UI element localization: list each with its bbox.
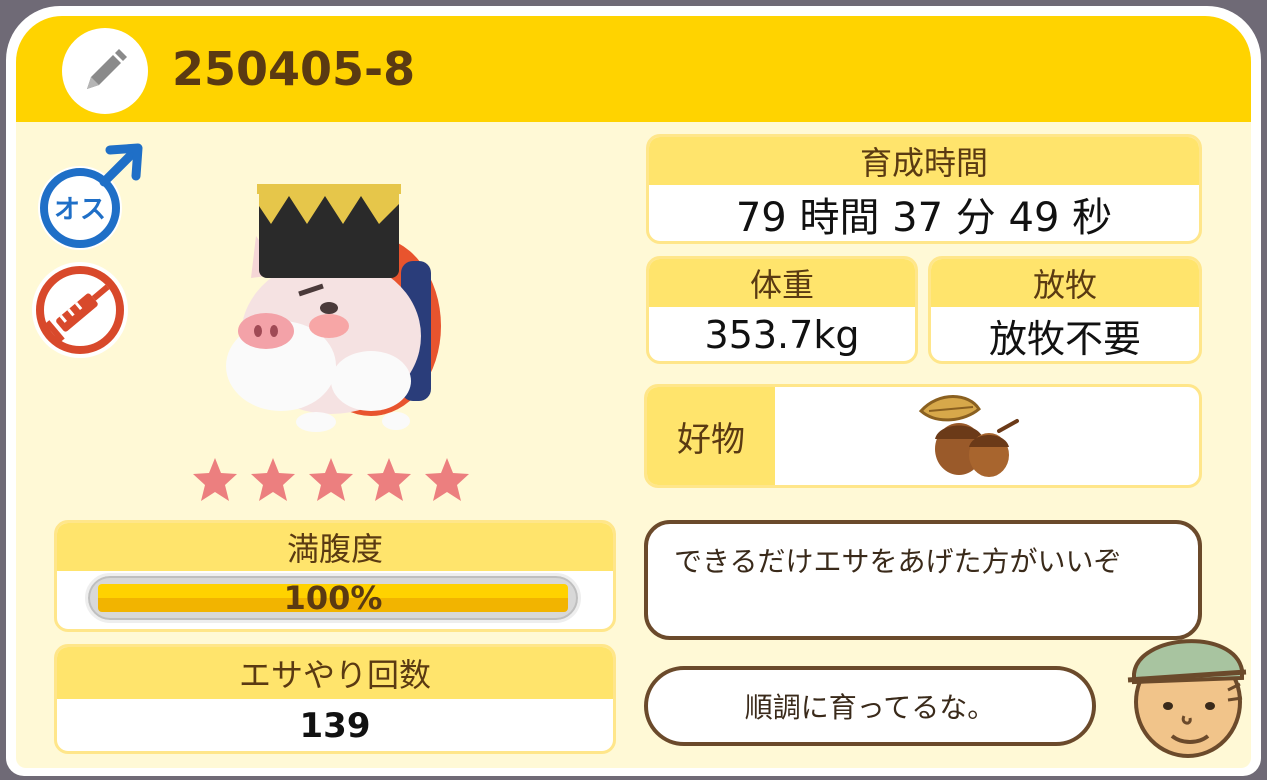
pig-character-image <box>226 184 441 432</box>
weight-value: 353.7kg <box>704 313 860 357</box>
star-icon <box>309 458 353 501</box>
grazing-label: 放牧 <box>931 259 1199 307</box>
grazing-value: 放牧不要 <box>988 316 1141 361</box>
rating-stars <box>191 456 471 504</box>
acorn-icon <box>918 395 1019 477</box>
male-symbol-icon: オス <box>38 143 143 250</box>
card-header: 250405-8 <box>16 16 1251 122</box>
pencil-icon <box>87 49 127 89</box>
card-body: 250405-8 オス 満腹度 100% エサやり回数 139 育成時間 79 … <box>16 16 1251 768</box>
favorite-label: 好物 <box>647 387 775 485</box>
screen-frame: 250405-8 オス 満腹度 100% エサやり回数 139 育成時間 79 … <box>0 0 1267 780</box>
hunger-bar: 100% <box>85 573 581 623</box>
farmer-face-icon <box>1127 639 1247 758</box>
weight-label: 体重 <box>649 259 915 307</box>
raising-time-panel: 育成時間 79 時間 37 分 49 秒 <box>646 134 1202 244</box>
edit-name-button[interactable] <box>62 28 148 114</box>
star-icon <box>193 458 237 501</box>
hunger-value: 100% <box>283 579 383 617</box>
favorite-food-panel: 好物 <box>644 384 1202 488</box>
raising-time-label: 育成時間 <box>649 137 1199 185</box>
star-icon <box>425 458 469 501</box>
star-icon <box>367 458 411 501</box>
weight-panel: 体重 353.7kg <box>646 256 918 364</box>
status-speech-bubble: 順調に育ってるな。 <box>644 666 1096 746</box>
star-icon <box>251 458 295 501</box>
grazing-panel: 放牧 放牧不要 <box>928 256 1202 364</box>
feed-count-label: エサやり回数 <box>57 647 613 699</box>
feed-count-panel: エサやり回数 139 <box>54 644 616 754</box>
advice-speech-bubble: できるだけエサをあげた方がいいぞ <box>644 520 1202 640</box>
syringe-icon <box>32 262 128 358</box>
feed-count-value: 139 <box>299 706 371 746</box>
hunger-panel: 満腹度 100% <box>54 520 616 632</box>
sex-label: オス <box>54 195 106 225</box>
raising-time-value: 79 時間 37 分 49 秒 <box>735 195 1113 241</box>
pig-name-title: 250405-8 <box>172 42 416 96</box>
pig-info-card: 250405-8 オス 満腹度 100% エサやり回数 139 育成時間 79 … <box>6 6 1261 776</box>
hunger-label: 満腹度 <box>57 523 613 571</box>
